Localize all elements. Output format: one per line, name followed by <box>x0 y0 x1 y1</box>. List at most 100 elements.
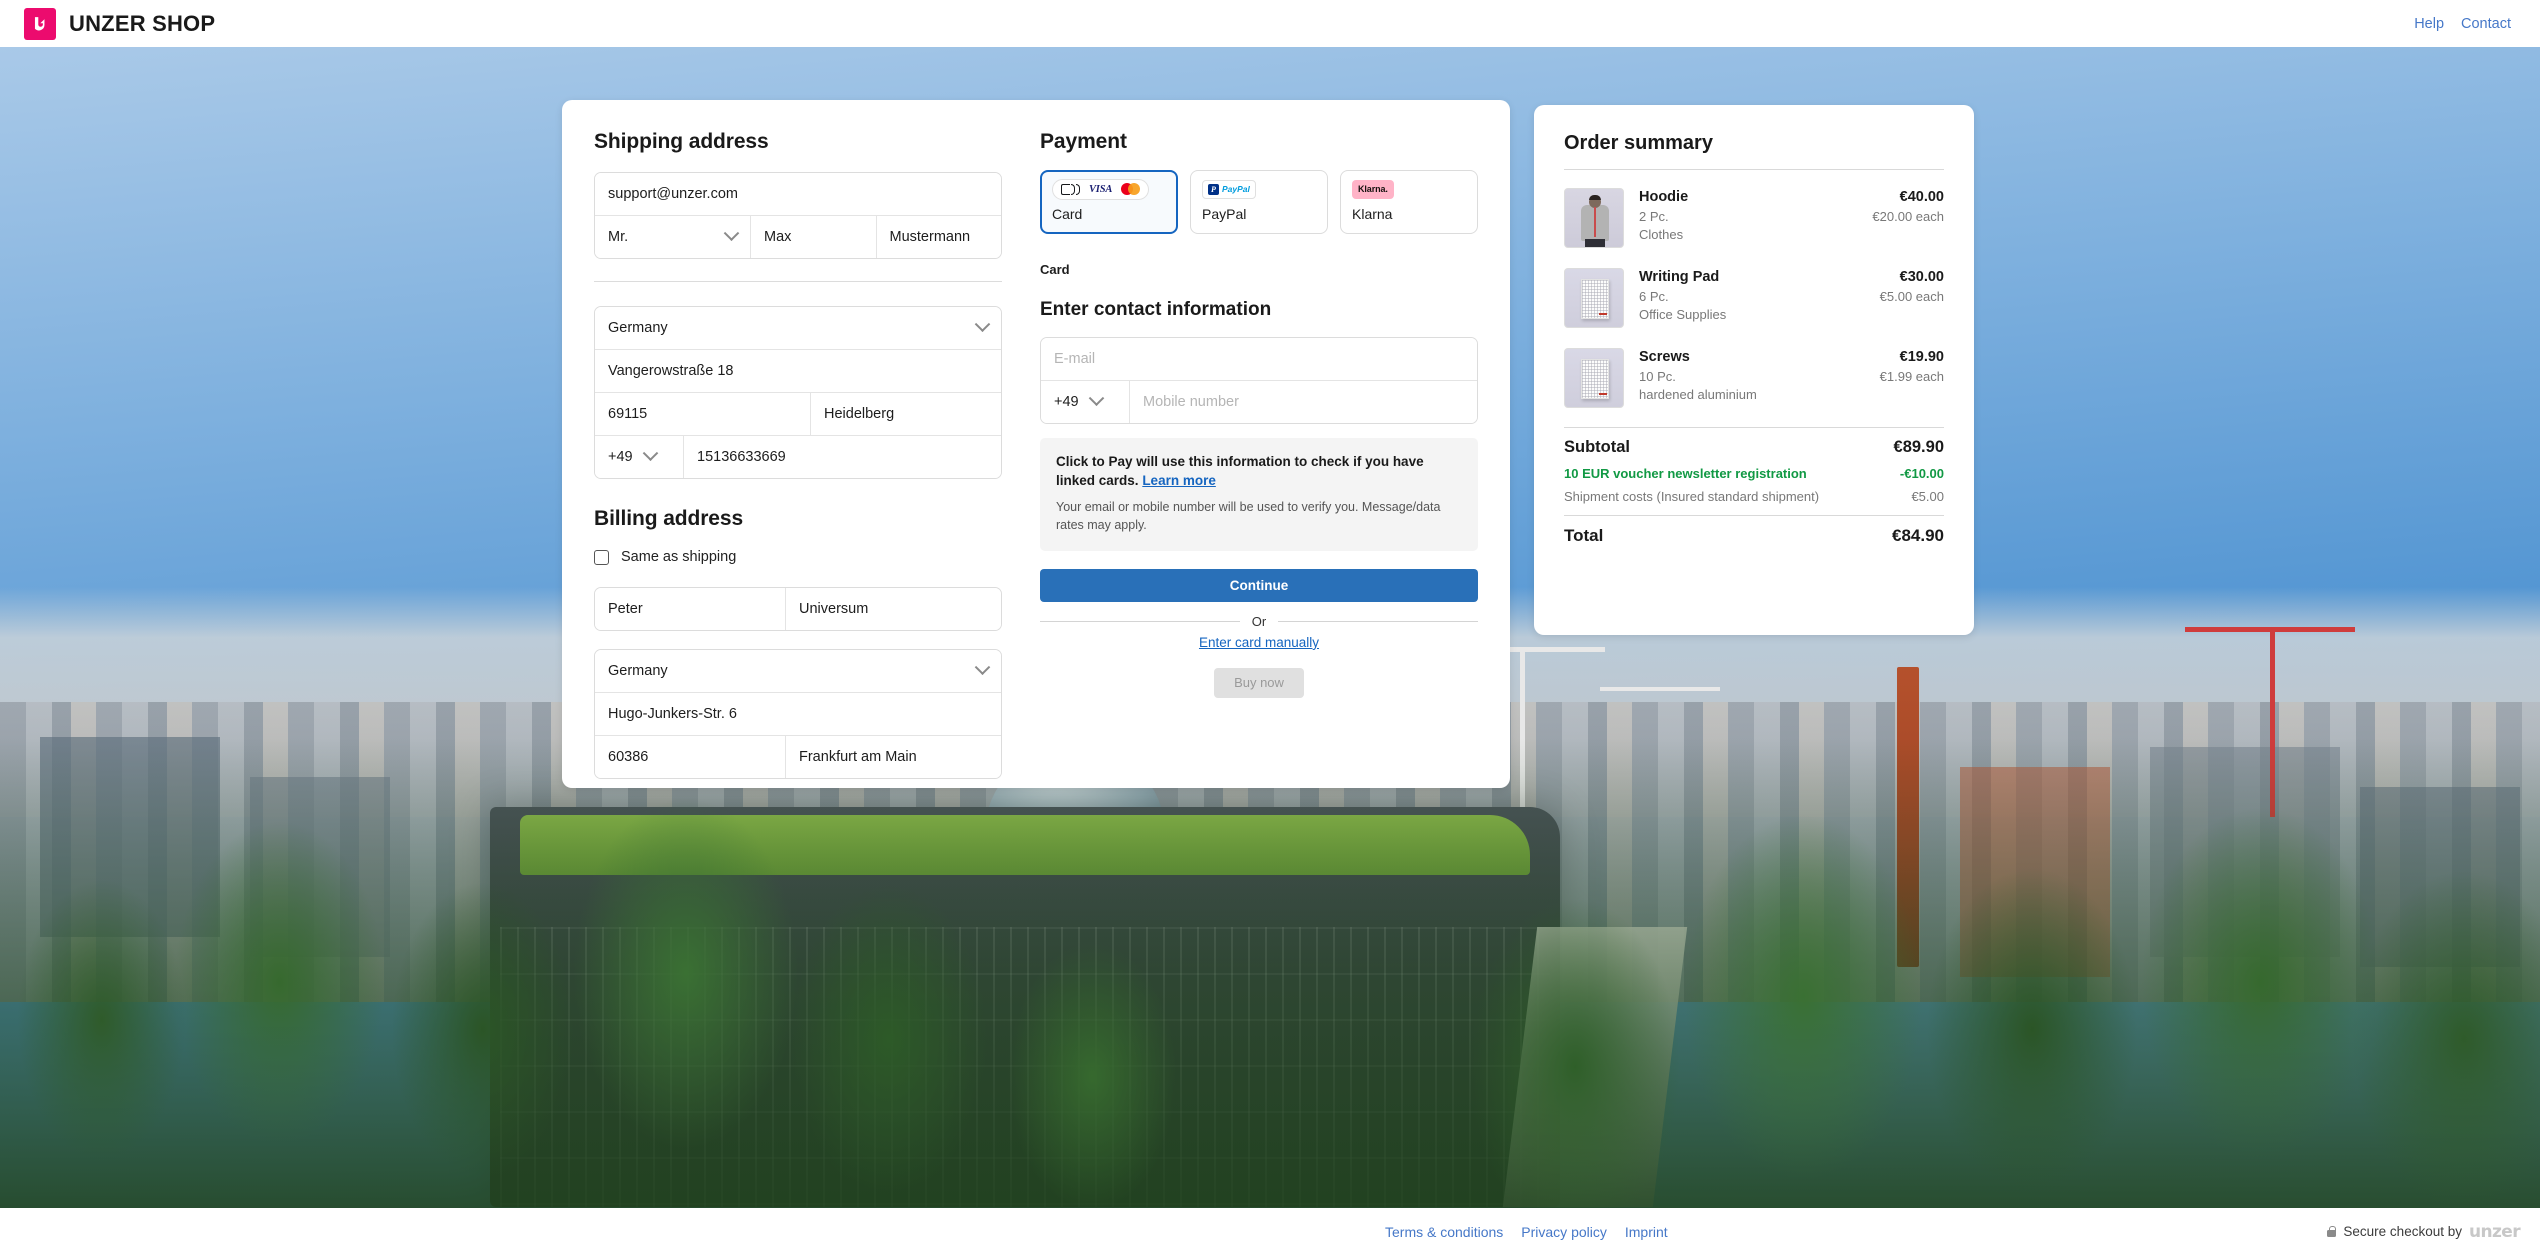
order-summary-card: Order summary Hoodie 2 Pc. Clothes €40.0… <box>1534 105 1974 635</box>
order-item-unit-price: €20.00 each <box>1872 209 1944 224</box>
shipping-first-name-input[interactable]: Max <box>750 216 876 258</box>
learn-more-link[interactable]: Learn more <box>1142 473 1216 488</box>
click-to-pay-notice: Click to Pay will use this information t… <box>1040 438 1478 551</box>
enter-card-manually-row: Enter card manually <box>1040 634 1478 652</box>
billing-name-group: Peter Universum <box>594 587 1002 631</box>
discount-value: -€10.00 <box>1899 466 1944 481</box>
payment-method-klarna-label: Klarna <box>1352 206 1393 222</box>
order-item-info: Screws 10 Pc. hardened aluminium <box>1624 348 1880 408</box>
ctp-phone-input[interactable]: Mobile number <box>1129 381 1477 423</box>
brand-name: UNZER SHOP <box>69 10 216 36</box>
shipping-country-select[interactable]: Germany <box>595 307 1001 349</box>
selected-method-caption: Card <box>1040 262 1070 277</box>
notice-strong-text: Click to Pay will use this information t… <box>1056 452 1462 490</box>
paypal-wordmark: PayPal <box>1222 184 1250 194</box>
payment-method-klarna[interactable]: Klarna. Klarna <box>1340 170 1478 234</box>
payment-method-paypal-label: PayPal <box>1202 206 1247 222</box>
payment-column: Payment VISA Card P PayPal PayPal Klarna… <box>1040 130 1479 788</box>
billing-last-name-input[interactable]: Universum <box>785 588 1001 630</box>
shipping-salutation-select[interactable]: Mr. <box>595 216 750 258</box>
footer-link-privacy[interactable]: Privacy policy <box>1521 1224 1607 1240</box>
buy-now-button[interactable]: Buy now <box>1214 667 1304 698</box>
paypal-badge: P PayPal <box>1202 179 1316 199</box>
ctp-email-input[interactable]: E-mail <box>1041 338 1477 380</box>
card-badge-group: VISA <box>1052 178 1150 200</box>
checkout-card: Shipping address support@unzer.com Mr. M… <box>562 100 1510 788</box>
ctp-phone-code-select[interactable]: +49 <box>1041 381 1129 423</box>
klarna-badge: Klarna. <box>1352 179 1466 199</box>
order-summary-title: Order summary <box>1564 132 1713 154</box>
brand[interactable]: UNZER SHOP <box>24 7 216 40</box>
chevron-down-icon <box>974 315 991 332</box>
order-item-name: Hoodie <box>1639 189 1689 205</box>
mastercard-logo-icon <box>1121 183 1141 195</box>
shipping-last-name-input[interactable]: Mustermann <box>875 216 1001 258</box>
billing-first-name-input[interactable]: Peter <box>595 588 785 630</box>
order-summary-divider <box>1564 169 1944 170</box>
discount-label: 10 EUR voucher newsletter registration <box>1564 466 1807 481</box>
header-link-contact[interactable]: Contact <box>2461 16 2511 32</box>
enter-card-manually-link[interactable]: Enter card manually <box>1199 635 1319 650</box>
chevron-down-icon <box>723 224 740 241</box>
payment-title: Payment <box>1040 130 1127 153</box>
same-as-shipping-row[interactable]: Same as shipping <box>594 549 1002 565</box>
visa-logo-icon: VISA <box>1089 183 1113 195</box>
footer-link-terms[interactable]: Terms & conditions <box>1385 1224 1503 1240</box>
shipping-name-row: Mr. Max Mustermann <box>595 215 1001 258</box>
order-item-qty: 2 Pc. <box>1639 209 1669 224</box>
checkout-content: Shipping address support@unzer.com Mr. M… <box>0 47 2540 1208</box>
footer-link-imprint[interactable]: Imprint <box>1625 1224 1668 1240</box>
shipping-country-row: Germany <box>595 307 1001 349</box>
contact-information-title: Enter contact information <box>1040 299 1272 320</box>
site-header: UNZER SHOP Help Contact <box>0 0 2540 47</box>
same-as-shipping-checkbox[interactable] <box>594 549 609 565</box>
order-item-pricing: €30.00 €5.00 each <box>1880 268 1944 328</box>
shipping-zip-input[interactable]: 69115 <box>595 393 810 435</box>
total-divider <box>1564 515 1944 516</box>
shipping-cost-row: Shipment costs (Insured standard shipmen… <box>1564 489 1944 504</box>
continue-button[interactable]: Continue <box>1040 568 1478 602</box>
payment-method-tabs: VISA Card P PayPal PayPal Klarna. Klarna <box>1040 170 1478 234</box>
order-item-qty: 6 Pc. <box>1639 289 1669 304</box>
unzer-wordmark: unzer <box>2468 1221 2521 1242</box>
hoodie-thumbnail <box>1564 188 1624 248</box>
click-to-pay-contact-group: E-mail +49 Mobile number <box>1040 337 1478 424</box>
billing-street-input[interactable]: Hugo-Junkers-Str. 6 <box>595 693 1001 735</box>
order-item-row: Hoodie 2 Pc. Clothes €40.00 €20.00 each <box>1564 178 1944 258</box>
paypal-logo-icon: P PayPal <box>1202 179 1256 199</box>
billing-zip-input[interactable]: 60386 <box>595 736 785 778</box>
subtotal-value: €89.90 <box>1893 438 1944 456</box>
order-item-info: Writing Pad 6 Pc. Office Supplies <box>1624 268 1880 328</box>
billing-city-input[interactable]: Frankfurt am Main <box>785 736 1001 778</box>
billing-spacer <box>594 631 1002 649</box>
billing-name-row: Peter Universum <box>595 588 1001 630</box>
total-value: €84.90 <box>1892 526 1944 545</box>
klarna-logo-icon: Klarna. <box>1352 179 1394 199</box>
total-row: Total €84.90 <box>1564 526 1944 546</box>
shipping-phone-code-select[interactable]: +49 <box>595 436 683 478</box>
shipping-salutation-value: Mr. <box>608 229 629 245</box>
shipping-zip-city-row: 69115 Heidelberg <box>595 392 1001 435</box>
order-item-qty: 10 Pc. <box>1639 369 1676 384</box>
header-links: Help Contact <box>2414 16 2516 32</box>
payment-method-card[interactable]: VISA Card <box>1040 170 1178 234</box>
order-item-pricing: €19.90 €1.99 each <box>1880 348 1944 408</box>
billing-country-select[interactable]: Germany <box>595 650 1001 692</box>
order-item-price: €40.00 <box>1899 189 1944 205</box>
ctp-phone-code-value: +49 <box>1054 394 1079 410</box>
shipping-divider <box>594 281 1002 282</box>
shipping-email-input[interactable]: support@unzer.com <box>595 173 1001 215</box>
order-item-pricing: €40.00 €20.00 each <box>1872 188 1944 248</box>
header-link-help[interactable]: Help <box>2414 16 2444 32</box>
order-item-category: Clothes <box>1639 227 1684 242</box>
or-line-left <box>1040 620 1240 622</box>
click-to-pay-icon <box>1061 183 1080 195</box>
shipping-city-input[interactable]: Heidelberg <box>810 393 1001 435</box>
or-separator: Or <box>1040 614 1479 629</box>
unzer-logo-icon <box>24 7 56 40</box>
payment-method-paypal[interactable]: P PayPal PayPal <box>1190 170 1328 234</box>
shipping-street-input[interactable]: Vangerowstraße 18 <box>595 350 1001 392</box>
billing-location-group: Germany Hugo-Junkers-Str. 6 60386 Frankf… <box>594 649 1002 779</box>
card-brands-badge: VISA <box>1052 178 1166 200</box>
shipping-phone-input[interactable]: 15136633669 <box>683 436 1001 478</box>
